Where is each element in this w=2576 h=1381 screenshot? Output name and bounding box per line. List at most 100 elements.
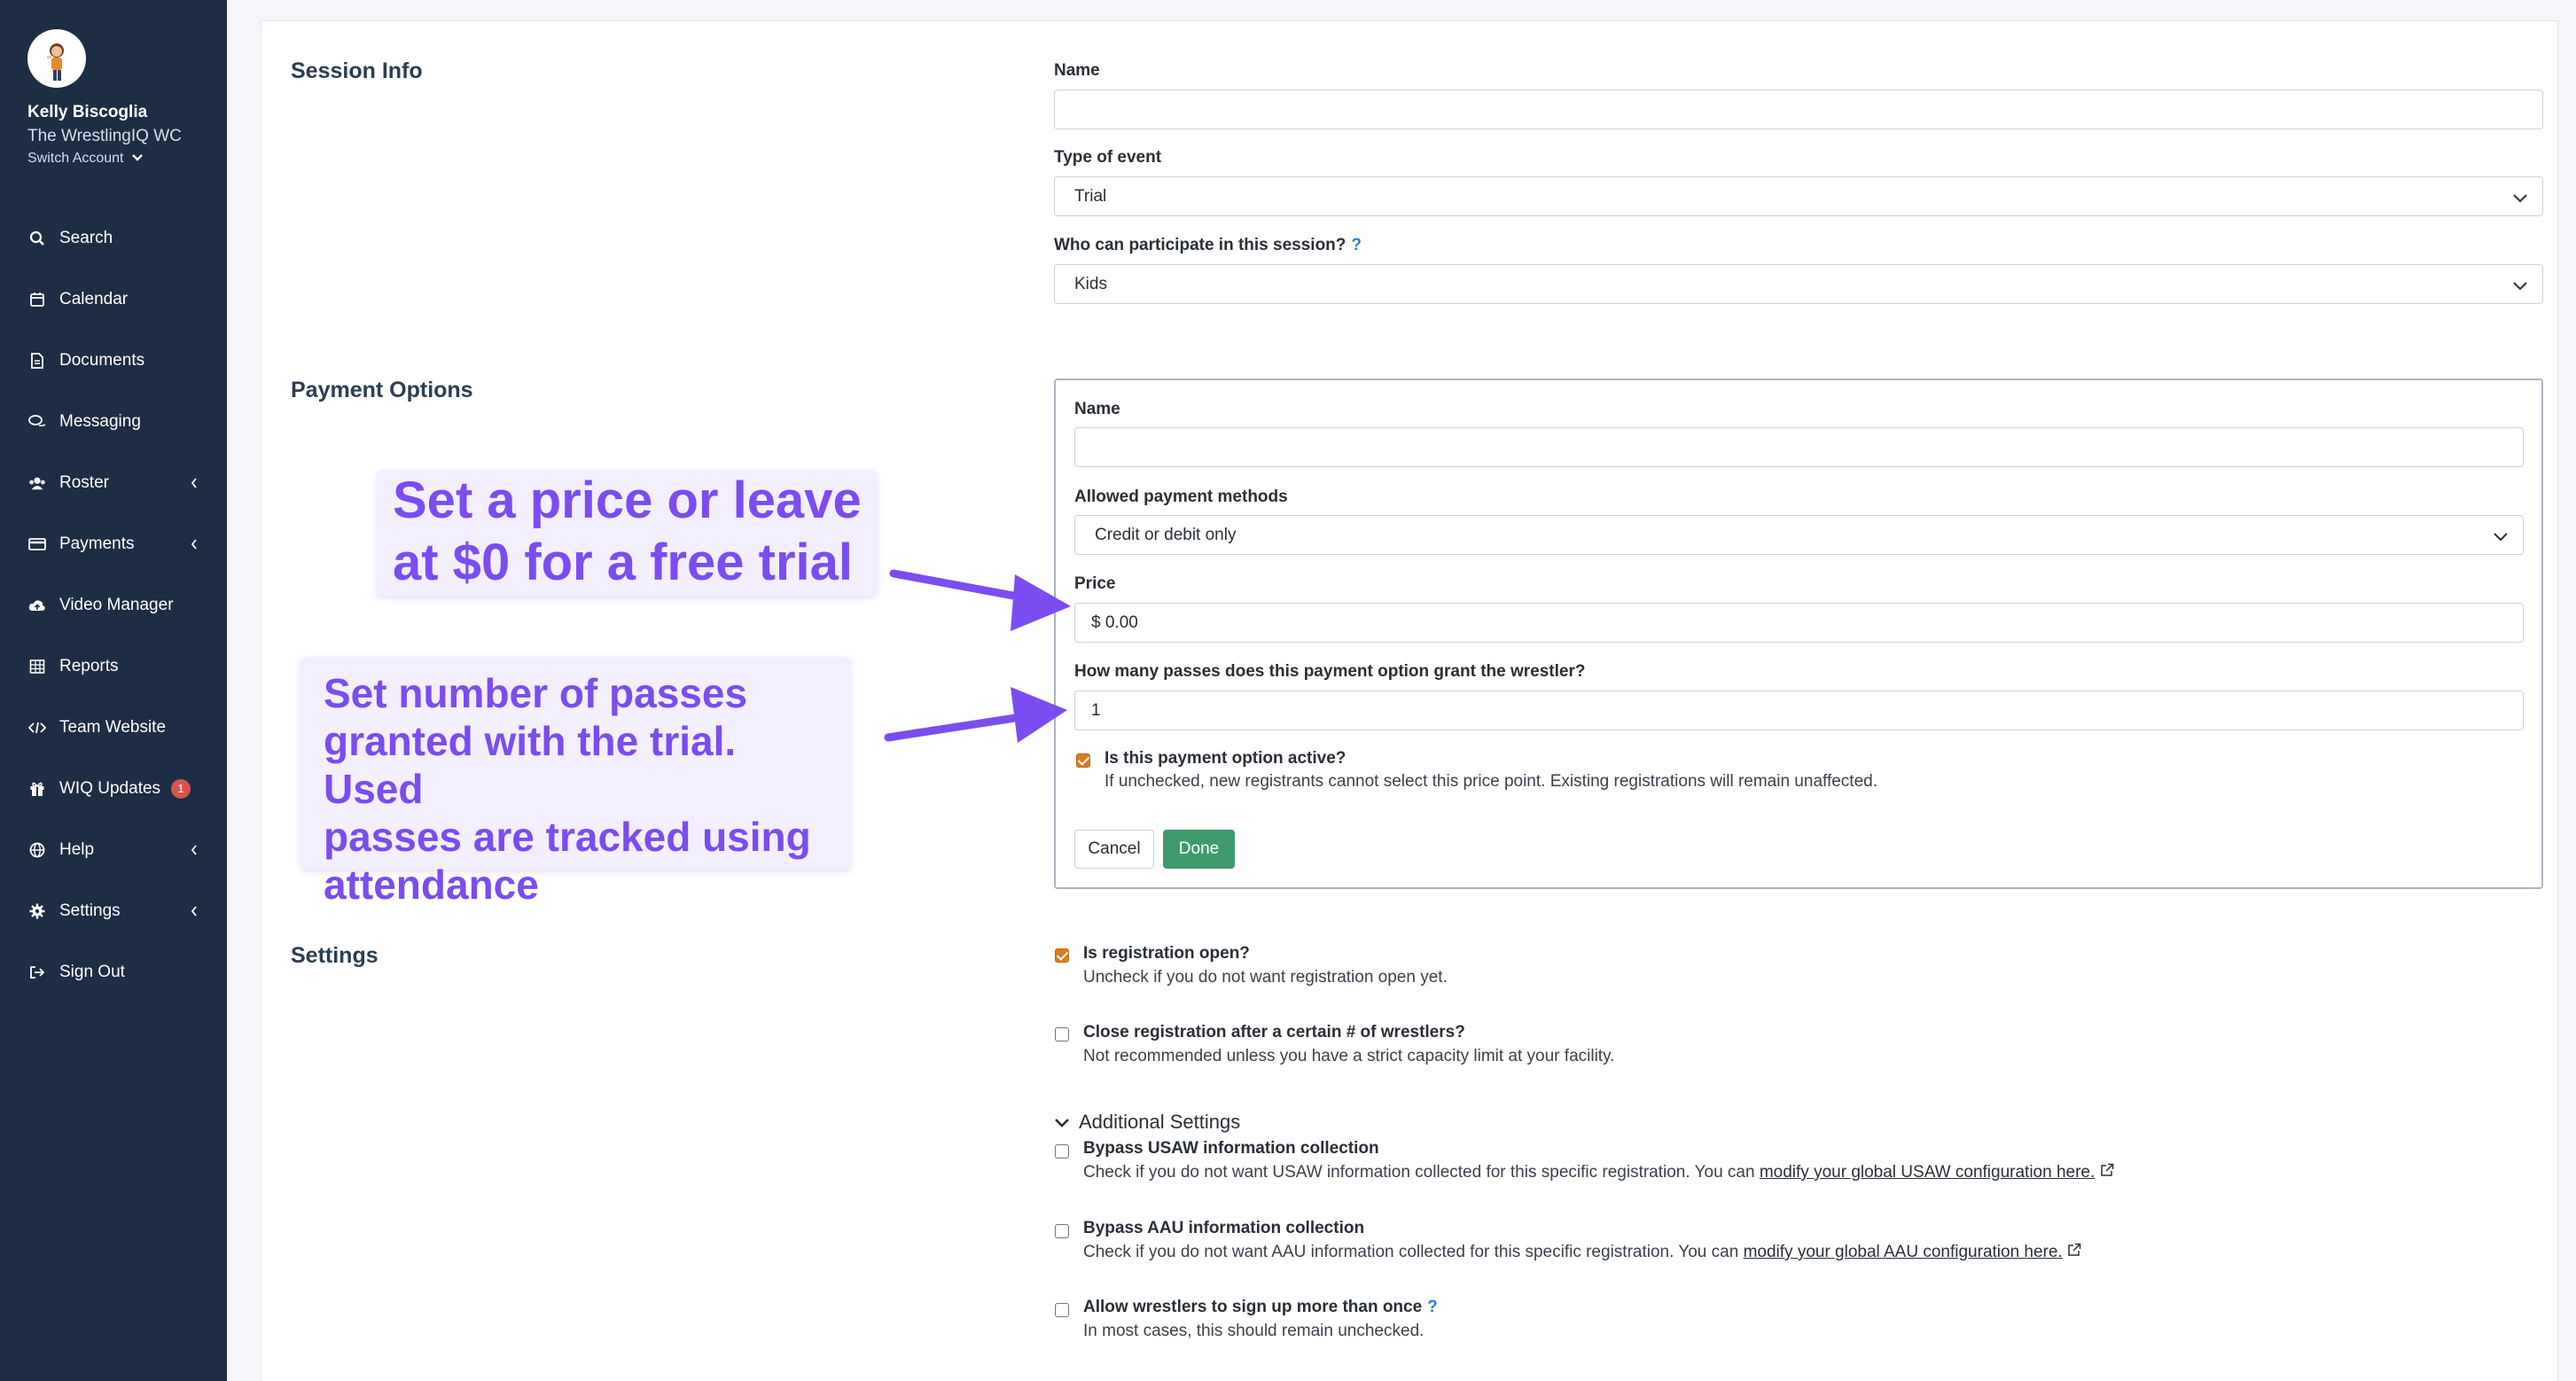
allow-multiple-signup-label: Allow wrestlers to sign up more than onc… — [1083, 1298, 1438, 1317]
passes-annotation-line: Set number of passes — [324, 670, 748, 716]
sidebar-item-team-website[interactable]: Team Website — [0, 697, 227, 758]
additional-settings-label: Additional Settings — [1079, 1111, 1241, 1133]
participants-label: Who can participate in this session?? — [1054, 236, 1362, 255]
cancel-button[interactable]: Cancel — [1074, 830, 1154, 869]
bypass-aau-checkbox[interactable] — [1055, 1224, 1069, 1238]
payment-name-label: Name — [1074, 400, 1120, 418]
chevron-left-icon — [190, 475, 199, 495]
user-name: Kelly Biscoglia — [27, 103, 148, 121]
session-name-label: Name — [1054, 61, 1100, 80]
calendar-icon — [28, 291, 46, 308]
sidebar-item-sign-out[interactable]: Sign Out — [0, 941, 227, 1003]
external-link-icon — [2067, 1243, 2081, 1261]
sidebar-item-label: Help — [59, 839, 95, 859]
sidebar-item-label: Roster — [59, 472, 109, 492]
active-checkbox-label: Is this payment option active? — [1105, 749, 1347, 768]
sidebar-item-label: Calendar — [59, 289, 129, 308]
payment-methods-value: Credit or debit only — [1095, 525, 1237, 544]
payment-methods-select[interactable]: Credit or debit only — [1074, 515, 2524, 555]
price-input[interactable]: $ 0.00 — [1074, 603, 2524, 643]
search-icon — [28, 230, 46, 247]
bypass-usaw-checkbox[interactable] — [1055, 1144, 1069, 1159]
sidebar-item-label: Sign Out — [59, 962, 125, 981]
notification-badge: 1 — [171, 778, 191, 799]
event-type-label: Type of event — [1054, 148, 1162, 167]
chevron-down-icon — [1054, 1111, 1070, 1134]
sidebar-item-payments[interactable]: Payments — [0, 513, 227, 574]
passes-annotation-line: passes are tracked using — [324, 814, 811, 860]
chevron-down-icon — [131, 151, 144, 167]
allow-multiple-signup-text: Allow wrestlers to sign up more than onc… — [1083, 1298, 1423, 1316]
allow-multiple-signup-checkbox[interactable] — [1055, 1303, 1069, 1317]
participants-select[interactable]: Kids — [1054, 264, 2543, 304]
sidebar-item-label: Reports — [59, 656, 119, 675]
bypass-usaw-text: Check if you do not want USAW informatio… — [1083, 1163, 1755, 1182]
registration-open-label: Is registration open? — [1083, 944, 1250, 963]
session-info-heading: Session Info — [291, 59, 423, 83]
registration-open-checkbox[interactable] — [1055, 948, 1069, 963]
sidebar-item-wiq-updates[interactable]: WIQ Updates 1 — [0, 758, 227, 819]
sidebar-item-video-manager[interactable]: Video Manager — [0, 574, 227, 636]
allow-multiple-signup-description: In most cases, this should remain unchec… — [1083, 1322, 1425, 1340]
price-label: Price — [1074, 574, 1116, 593]
sidebar-item-settings[interactable]: Settings — [0, 880, 227, 941]
done-button[interactable]: Done — [1163, 830, 1235, 869]
payment-methods-label: Allowed payment methods — [1074, 488, 1288, 506]
sidebar-item-roster[interactable]: Roster — [0, 452, 227, 513]
price-annotation: Set a price or leave at $0 for a free tr… — [377, 470, 877, 596]
messaging-icon — [28, 413, 46, 431]
passes-annotation-line: granted with the trial. Used — [324, 718, 737, 812]
additional-settings-toggle[interactable]: Additional Settings — [1054, 1111, 1240, 1134]
payment-options-heading: Payment Options — [291, 378, 473, 402]
passes-label: How many passes does this payment option… — [1074, 662, 1586, 681]
sidebar-item-label: Team Website — [59, 717, 167, 737]
sidebar-item-label: Messaging — [59, 411, 141, 431]
payment-option-card: Name Allowed payment methods Credit or d… — [1054, 378, 2543, 889]
participants-label-text: Who can participate in this session? — [1054, 236, 1347, 254]
chevron-left-icon — [190, 536, 199, 556]
chevron-down-icon — [2512, 189, 2528, 208]
external-link-icon — [2100, 1163, 2114, 1182]
close-registration-checkbox[interactable] — [1055, 1027, 1069, 1042]
bypass-aau-text: Check if you do not want AAU information… — [1083, 1243, 1739, 1261]
price-annotation-line: at $0 for a free trial — [393, 534, 853, 591]
chevron-down-icon — [2512, 277, 2528, 296]
close-registration-description: Not recommended unless you have a strict… — [1083, 1047, 1615, 1065]
help-icon[interactable]: ? — [1427, 1298, 1438, 1316]
team-name: The WrestlingIQ WC — [27, 127, 182, 145]
switch-account-label: Switch Account — [27, 151, 124, 166]
sidebar-item-label: Payments — [59, 534, 135, 553]
active-checkbox[interactable] — [1076, 753, 1090, 768]
sidebar: Kelly Biscoglia The WrestlingIQ WC Switc… — [0, 0, 227, 1381]
bypass-aau-description: Check if you do not want AAU information… — [1083, 1243, 2081, 1262]
sign-out-icon — [28, 964, 46, 981]
globe-icon — [28, 841, 46, 859]
credit-card-icon — [28, 535, 46, 553]
sidebar-item-reports[interactable]: Reports — [0, 636, 227, 697]
switch-account-link[interactable]: Switch Account — [27, 151, 144, 167]
users-icon — [28, 474, 46, 492]
sidebar-item-documents[interactable]: Documents — [0, 330, 227, 391]
avatar[interactable] — [27, 29, 86, 88]
payment-name-input[interactable] — [1074, 427, 2524, 467]
session-name-input[interactable] — [1054, 90, 2543, 129]
sidebar-item-search[interactable]: Search — [0, 207, 227, 269]
sidebar-item-calendar[interactable]: Calendar — [0, 269, 227, 330]
registration-open-description: Uncheck if you do not want registration … — [1083, 968, 1448, 987]
aau-config-link[interactable]: modify your global AAU configuration her… — [1744, 1243, 2063, 1261]
gift-icon — [28, 780, 46, 798]
usaw-config-link[interactable]: modify your global USAW configuration he… — [1760, 1163, 2095, 1182]
help-icon[interactable]: ? — [1351, 236, 1362, 254]
document-icon — [28, 352, 46, 370]
sidebar-nav: Search Calendar Documents Messaging Rost… — [0, 207, 227, 1003]
chevron-down-icon — [2493, 527, 2509, 547]
event-type-value: Trial — [1074, 186, 1107, 206]
passes-input[interactable]: 1 — [1074, 690, 2524, 730]
passes-annotation-line: attendance — [324, 862, 539, 908]
sidebar-item-label: Settings — [59, 901, 121, 920]
sidebar-item-messaging[interactable]: Messaging — [0, 391, 227, 452]
settings-heading: Settings — [291, 943, 379, 968]
sidebar-item-help[interactable]: Help — [0, 819, 227, 880]
event-type-select[interactable]: Trial — [1054, 176, 2543, 216]
sidebar-item-label: WIQ Updates — [59, 778, 161, 798]
